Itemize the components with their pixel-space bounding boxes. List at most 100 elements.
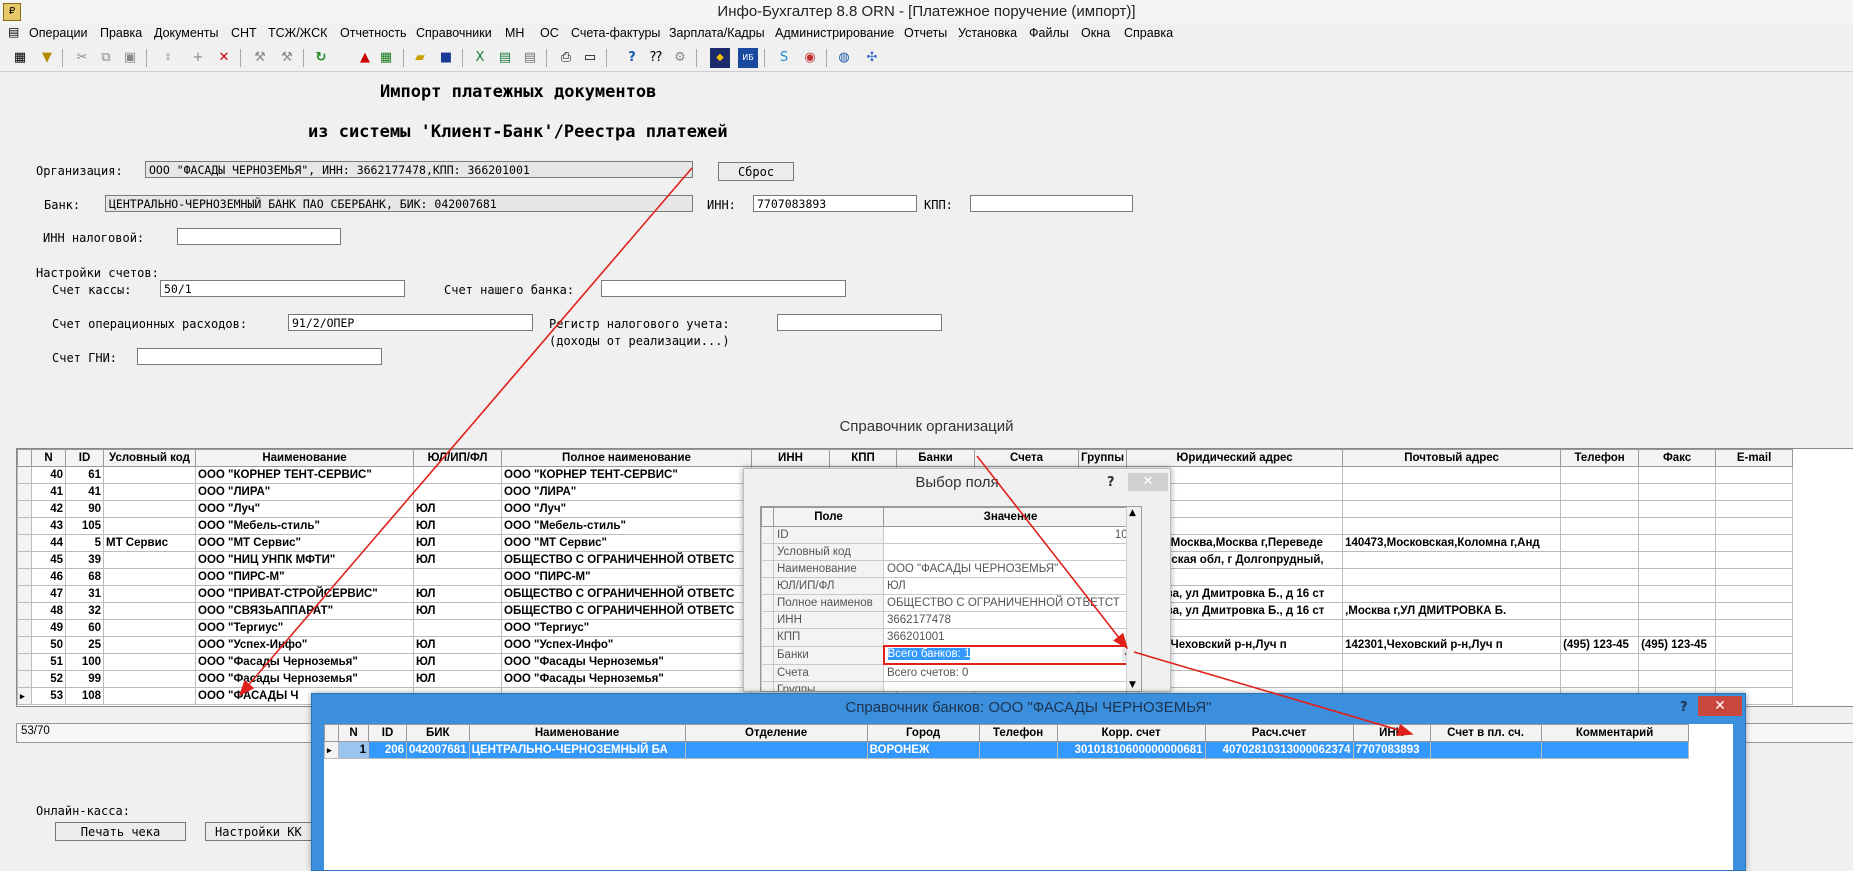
tool2-icon[interactable]: ⚒ bbox=[277, 48, 297, 68]
table-cell[interactable]: (495) 123-45 bbox=[1560, 636, 1640, 654]
table-cell[interactable]: 46 bbox=[31, 568, 66, 586]
table-cell[interactable] bbox=[1638, 653, 1717, 671]
bank-cell[interactable]: 042007681 bbox=[406, 741, 470, 759]
menu-operations[interactable]: Операции bbox=[29, 26, 87, 40]
orgs-col-14[interactable]: Факс bbox=[1638, 449, 1717, 467]
taxreg-field[interactable] bbox=[777, 314, 942, 331]
bank-cell[interactable]: ЦЕНТРАЛЬНО-ЧЕРНОЗЕМНЫЙ БА bbox=[468, 741, 686, 759]
table-cell[interactable]: 53 bbox=[31, 687, 66, 705]
settings-icon[interactable]: ⚙ bbox=[670, 48, 690, 68]
scrollbar[interactable]: ▲ ▼ bbox=[1126, 507, 1141, 691]
paste-icon[interactable]: ▣ bbox=[120, 48, 140, 68]
table-cell[interactable]: 50 bbox=[31, 636, 66, 654]
table-cell[interactable]: ЮЛ bbox=[413, 636, 502, 654]
table-cell[interactable]: 68 bbox=[65, 568, 104, 586]
table-cell[interactable] bbox=[1715, 619, 1794, 637]
table-cell[interactable]: ООО "НИЦ УНПК МФТИ" bbox=[195, 551, 414, 569]
banks-col-1[interactable]: ID bbox=[368, 724, 407, 742]
table-cell[interactable] bbox=[103, 670, 196, 688]
table-cell[interactable] bbox=[1638, 585, 1717, 603]
table-cell[interactable] bbox=[413, 568, 502, 586]
bank-cell[interactable] bbox=[1540, 741, 1689, 759]
field-select-grid[interactable]: Поле Значение ID 108 Условный код Наименован… bbox=[760, 506, 1142, 692]
filter-icon[interactable]: ▼ bbox=[37, 48, 57, 68]
banks-col-11[interactable]: Комментарий bbox=[1540, 724, 1689, 742]
banks-close-icon[interactable]: ✕ bbox=[1698, 696, 1742, 716]
table-cell[interactable]: ООО "Фасады Черноземья" bbox=[195, 670, 414, 688]
add-icon[interactable]: + bbox=[188, 48, 208, 68]
banks-col-5[interactable]: Город bbox=[866, 724, 980, 742]
book-icon[interactable]: ◆ bbox=[710, 48, 730, 68]
table-cell[interactable]: ЮЛ bbox=[413, 670, 502, 688]
inn-field[interactable]: 7707083893 bbox=[753, 195, 917, 212]
table-cell[interactable] bbox=[1715, 670, 1794, 688]
save-icon[interactable]: ■ bbox=[436, 48, 456, 68]
table-cell[interactable] bbox=[413, 483, 502, 501]
table-cell[interactable] bbox=[103, 500, 196, 518]
table-cell[interactable]: 61 bbox=[65, 466, 104, 484]
table-cell[interactable] bbox=[1638, 619, 1717, 637]
menu-mn[interactable]: МН bbox=[505, 26, 524, 40]
orgs-col-15[interactable]: E-mail bbox=[1715, 449, 1794, 467]
menu-salary[interactable]: Зарплата/Кадры bbox=[669, 26, 765, 40]
table-cell[interactable]: ЮЛ bbox=[413, 534, 502, 552]
table-cell[interactable]: МТ Сервис bbox=[103, 534, 196, 552]
field-row[interactable]: ID 108 bbox=[761, 526, 1138, 544]
table-cell[interactable] bbox=[1342, 500, 1562, 518]
orgs-col-4[interactable]: ЮЛ/ИП/ФЛ bbox=[413, 449, 502, 467]
table-cell[interactable] bbox=[413, 619, 502, 637]
bank-row[interactable]: ▸ 1 206 042007681 ЦЕНТРАЛЬНО-ЧЕРНОЗЕМНЫЙ БА В… bbox=[324, 741, 1689, 759]
banks-col-6[interactable]: Телефон bbox=[978, 724, 1058, 742]
orgs-col-8[interactable]: Банки bbox=[896, 449, 975, 467]
field-row[interactable]: Наименование ООО "ФАСАДЫ ЧЕРНОЗЕМЬЯ" bbox=[761, 560, 1138, 578]
field-row[interactable]: Счета Всего счетов: 0 bbox=[761, 663, 1138, 682]
cash-field[interactable]: 50/1 bbox=[160, 280, 405, 297]
bank-cell[interactable]: ВОРОНЕЖ bbox=[866, 741, 980, 759]
kpp-field[interactable] bbox=[970, 195, 1133, 212]
bank-field[interactable]: ЦЕНТРАЛЬНО-ЧЕРНОЗЕМНЫЙ БАНК ПАО СБЕРБАНК… bbox=[105, 195, 693, 212]
table-cell[interactable]: 142301,Чеховский р-н,Луч п bbox=[1342, 636, 1562, 654]
table-cell[interactable] bbox=[103, 636, 196, 654]
table-cell[interactable] bbox=[1638, 517, 1717, 535]
menu-edit[interactable]: Правка bbox=[100, 26, 142, 40]
orgs-col-1[interactable]: ID bbox=[65, 449, 104, 467]
table-cell[interactable] bbox=[1638, 568, 1717, 586]
table-cell[interactable] bbox=[1638, 466, 1717, 484]
menu-os[interactable]: ОС bbox=[540, 26, 559, 40]
menu-reporting[interactable]: Отчетность bbox=[340, 26, 407, 40]
table-cell[interactable]: ЮЛ bbox=[413, 517, 502, 535]
table-cell[interactable]: ,Москва г,УЛ ДМИТРОВКА Б. bbox=[1342, 602, 1562, 620]
table-cell[interactable]: 31 bbox=[65, 585, 104, 603]
field-value[interactable]: ОБЩЕСТВО С ОГРАНИЧЕННОЙ ОТВЕТСТ bbox=[883, 594, 1138, 612]
banks-col-2[interactable]: БИК bbox=[406, 724, 470, 742]
web-icon[interactable]: ◍ bbox=[834, 48, 854, 68]
table-cell[interactable] bbox=[1715, 466, 1794, 484]
bank-cell[interactable]: 7707083893 bbox=[1352, 741, 1431, 759]
field-value[interactable] bbox=[883, 681, 1138, 691]
table-cell[interactable]: ООО "ПРИВАТ-СТРОЙСЕРВИС" bbox=[195, 585, 414, 603]
field-value[interactable] bbox=[883, 543, 1138, 561]
table-cell[interactable]: 42 bbox=[31, 500, 66, 518]
table-cell[interactable]: 45 bbox=[31, 551, 66, 569]
banks-col-8[interactable]: Расч.счет bbox=[1204, 724, 1354, 742]
banks-col-9[interactable]: ИНН bbox=[1352, 724, 1431, 742]
table-cell[interactable] bbox=[1715, 500, 1794, 518]
table-cell[interactable] bbox=[1342, 670, 1562, 688]
table-cell[interactable] bbox=[1560, 466, 1640, 484]
table-cell[interactable] bbox=[1638, 551, 1717, 569]
field-row[interactable]: БанкиВсего банков: 1▾ bbox=[761, 645, 1139, 665]
menu-documents[interactable]: Документы bbox=[154, 26, 218, 40]
table-cell[interactable] bbox=[1560, 551, 1640, 569]
menu-invoices[interactable]: Счета-фактуры bbox=[571, 26, 660, 40]
orgs-col-6[interactable]: ИНН bbox=[751, 449, 830, 467]
table-cell[interactable] bbox=[1638, 602, 1717, 620]
table-cell[interactable]: ОБЩЕСТВО С ОГРАНИЧЕННОЙ ОТВЕТС bbox=[501, 551, 752, 569]
table-cell[interactable]: ООО "Фасады Черноземья" bbox=[501, 653, 752, 671]
field-value-selected[interactable]: Всего банков: 1 bbox=[887, 648, 971, 660]
table-cell[interactable]: ООО "КОРНЕР ТЕНТ-СЕРВИС" bbox=[501, 466, 752, 484]
table-cell[interactable] bbox=[103, 551, 196, 569]
table-cell[interactable] bbox=[103, 466, 196, 484]
table-cell[interactable] bbox=[1715, 517, 1794, 535]
field-value[interactable]: 366201001 bbox=[883, 628, 1138, 647]
table-cell[interactable]: 48 bbox=[31, 602, 66, 620]
